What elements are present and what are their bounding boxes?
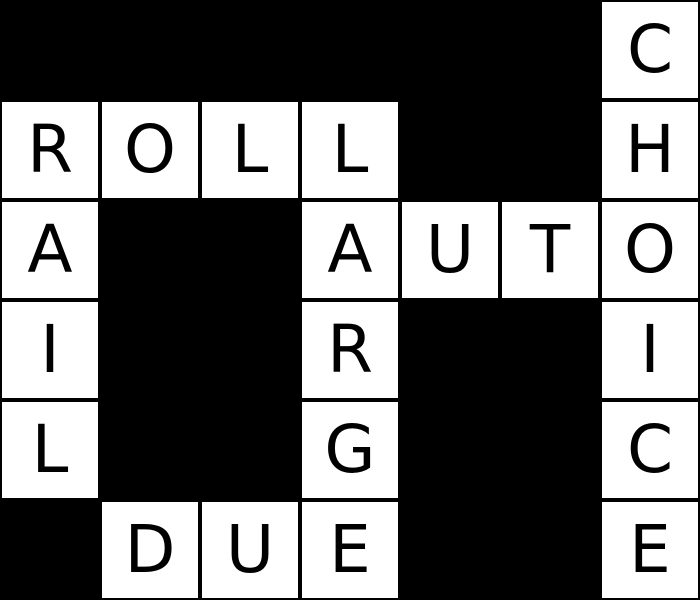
black-square [400, 0, 500, 100]
black-square [200, 300, 300, 400]
black-square [100, 0, 200, 100]
black-square [500, 0, 600, 100]
letter-cell[interactable]: R [300, 300, 400, 400]
letter-cell[interactable]: C [600, 400, 700, 500]
letter-cell[interactable]: T [500, 200, 600, 300]
letter-cell[interactable]: I [600, 300, 700, 400]
black-square [400, 300, 500, 400]
letter-cell[interactable]: G [300, 400, 400, 500]
black-square [200, 0, 300, 100]
letter-cell[interactable]: A [300, 200, 400, 300]
letter-cell[interactable]: O [100, 100, 200, 200]
black-square [400, 400, 500, 500]
letter-cell[interactable]: H [600, 100, 700, 200]
black-square [100, 200, 200, 300]
crossword-grid: CROLLHAAUTOIRILGCDUEE [0, 0, 700, 600]
black-square [100, 300, 200, 400]
letter-cell[interactable]: U [200, 500, 300, 600]
black-square [500, 100, 600, 200]
black-square [500, 400, 600, 500]
black-square [0, 500, 100, 600]
letter-cell[interactable]: E [600, 500, 700, 600]
black-square [400, 500, 500, 600]
letter-cell[interactable]: R [0, 100, 100, 200]
letter-cell[interactable]: I [0, 300, 100, 400]
black-square [0, 0, 100, 100]
letter-cell[interactable]: L [0, 400, 100, 500]
black-square [500, 500, 600, 600]
black-square [100, 400, 200, 500]
letter-cell[interactable]: O [600, 200, 700, 300]
black-square [200, 400, 300, 500]
letter-cell[interactable]: U [400, 200, 500, 300]
letter-cell[interactable]: L [300, 100, 400, 200]
letter-cell[interactable]: L [200, 100, 300, 200]
black-square [300, 0, 400, 100]
black-square [200, 200, 300, 300]
letter-cell[interactable]: D [100, 500, 200, 600]
letter-cell[interactable]: C [600, 0, 700, 100]
letter-cell[interactable]: A [0, 200, 100, 300]
black-square [500, 300, 600, 400]
letter-cell[interactable]: E [300, 500, 400, 600]
black-square [400, 100, 500, 200]
